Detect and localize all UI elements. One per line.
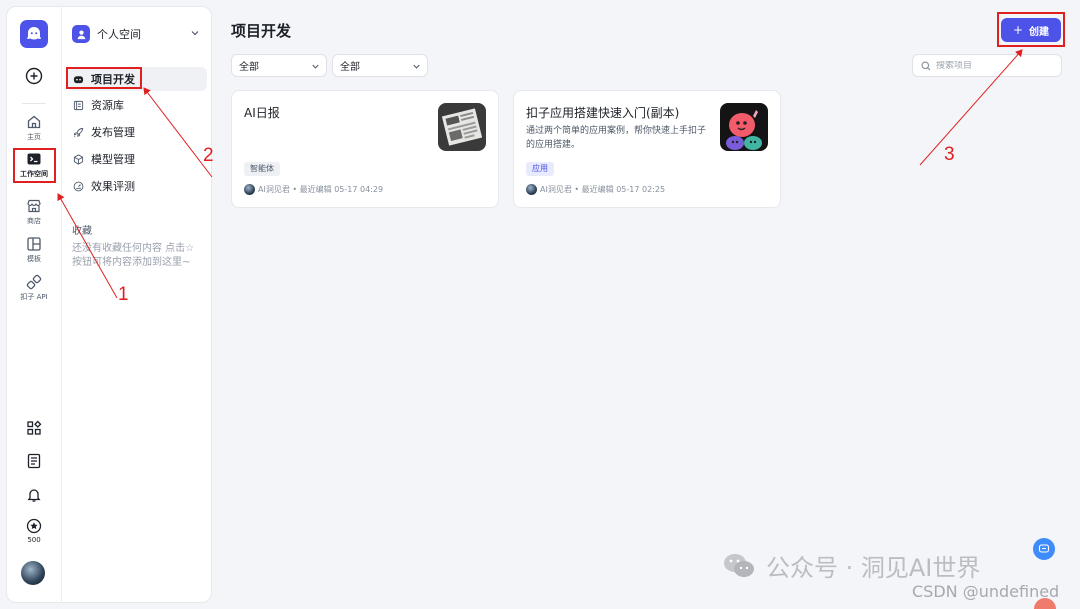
nav-item-library[interactable]: 资源库 [67, 93, 207, 117]
nav-label: 发布管理 [91, 126, 135, 139]
rail-label-api: 扣子 API [20, 293, 48, 301]
nav-label: 效果评测 [91, 180, 135, 193]
library-icon [73, 100, 84, 110]
chevron-down-icon [191, 31, 199, 36]
coin-count: 500 [27, 536, 41, 544]
star-coin-icon [26, 518, 42, 534]
home-icon [27, 115, 41, 129]
nav-label: 模型管理 [91, 153, 135, 166]
person-icon [72, 25, 90, 43]
card-author: AI洞见君 [540, 185, 572, 194]
card-meta: AI洞见君 • 最近编辑 05-17 02:25 [526, 184, 665, 195]
rocket-icon [73, 127, 84, 137]
chevron-down-icon [413, 64, 420, 69]
annotation-number: 2 [203, 145, 214, 166]
card-thumbnail-mascot [720, 103, 768, 151]
chat-icon [1038, 544, 1050, 553]
rail-label-templates: 模板 [27, 255, 41, 263]
card-thumbnail-newspaper [438, 103, 486, 151]
nav-label: 资源库 [91, 99, 124, 112]
page-title: 项目开发 [231, 22, 292, 40]
author-avatar [244, 184, 255, 195]
rail-item-templates[interactable]: 模板 [6, 236, 62, 264]
card-tag: 应用 [526, 162, 554, 176]
search-icon [921, 61, 931, 70]
rail-separator [22, 103, 46, 104]
nav-item-publish[interactable]: 发布管理 [67, 120, 207, 144]
project-card[interactable]: AI日报 智能体 AI洞见君 • 最近编辑 05-17 04:29 [231, 90, 499, 208]
app-logo[interactable] [20, 20, 48, 48]
watermark-text: 公众号 · 洞见AI世界 [766, 554, 981, 582]
csdn-watermark: CSDN @undefined [912, 582, 1060, 601]
api-icon [26, 274, 42, 290]
annotation-box-create [997, 12, 1065, 47]
rail-label-home: 主页 [27, 133, 41, 141]
chat-float-button[interactable] [1033, 538, 1055, 560]
rail-coins[interactable]: 500 [6, 518, 62, 544]
grid-apps-icon[interactable] [26, 420, 42, 436]
rail-item-home[interactable]: 主页 [6, 114, 62, 142]
cube-icon [73, 153, 84, 165]
favorites-title: 收藏 [72, 226, 92, 237]
card-meta: AI洞见君 • 最近编辑 05-17 04:29 [244, 184, 383, 195]
user-avatar[interactable] [21, 561, 45, 585]
favorites-empty-text: 还没有收藏任何内容 点击☆按钮可将内容添加到这里~ [72, 243, 195, 268]
coze-logo-icon [26, 27, 42, 40]
rail-item-api[interactable]: 扣子 API [6, 274, 62, 302]
card-tag: 智能体 [244, 162, 280, 176]
rail-item-store[interactable]: 商店 [6, 198, 62, 226]
document-icon[interactable] [26, 453, 42, 469]
card-edited: • 最近编辑 05-17 02:25 [574, 185, 666, 194]
search-box[interactable] [912, 54, 1062, 77]
owner-filter-value: 全部 [340, 62, 360, 73]
space-name: 个人空间 [97, 28, 141, 41]
rail-label-store: 商店 [27, 217, 41, 225]
annotation-number: 1 [118, 284, 129, 305]
wechat-icon [724, 553, 754, 577]
annotation-number: 3 [944, 144, 955, 165]
annotation-box-workspace [13, 148, 56, 183]
store-icon [27, 199, 41, 213]
card-description: 通过两个简单的应用案例，帮你快速上手扣子的应用搭建。 [526, 126, 707, 150]
create-plus-icon[interactable] [23, 65, 45, 87]
type-filter-value: 全部 [239, 62, 259, 73]
nav-item-models[interactable]: 模型管理 [67, 147, 207, 171]
nav-rail: 主页 工作空间 商店 模板 扣子 API 500 [6, 6, 62, 603]
project-card[interactable]: 扣子应用搭建快速入门(副本) 通过两个简单的应用案例，帮你快速上手扣子的应用搭建… [513, 90, 781, 208]
card-edited: • 最近编辑 05-17 04:29 [292, 185, 384, 194]
space-selector[interactable]: 个人空间 [72, 24, 200, 44]
annotation-box-projects [66, 67, 142, 89]
card-title: 扣子应用搭建快速入门(副本) [526, 106, 680, 120]
owner-filter-select[interactable]: 全部 [332, 54, 428, 77]
search-input[interactable] [936, 60, 1046, 71]
chevron-down-icon [312, 64, 319, 69]
card-author: AI洞见君 [258, 185, 290, 194]
nav-item-evaluation[interactable]: 效果评测 [67, 174, 207, 198]
type-filter-select[interactable]: 全部 [231, 54, 327, 77]
author-avatar [526, 184, 537, 195]
gauge-icon [73, 181, 84, 191]
bell-icon[interactable] [26, 487, 42, 503]
template-icon [27, 237, 41, 251]
card-title: AI日报 [244, 106, 280, 120]
watermark: 公众号 · 洞见AI世界 [722, 548, 980, 583]
